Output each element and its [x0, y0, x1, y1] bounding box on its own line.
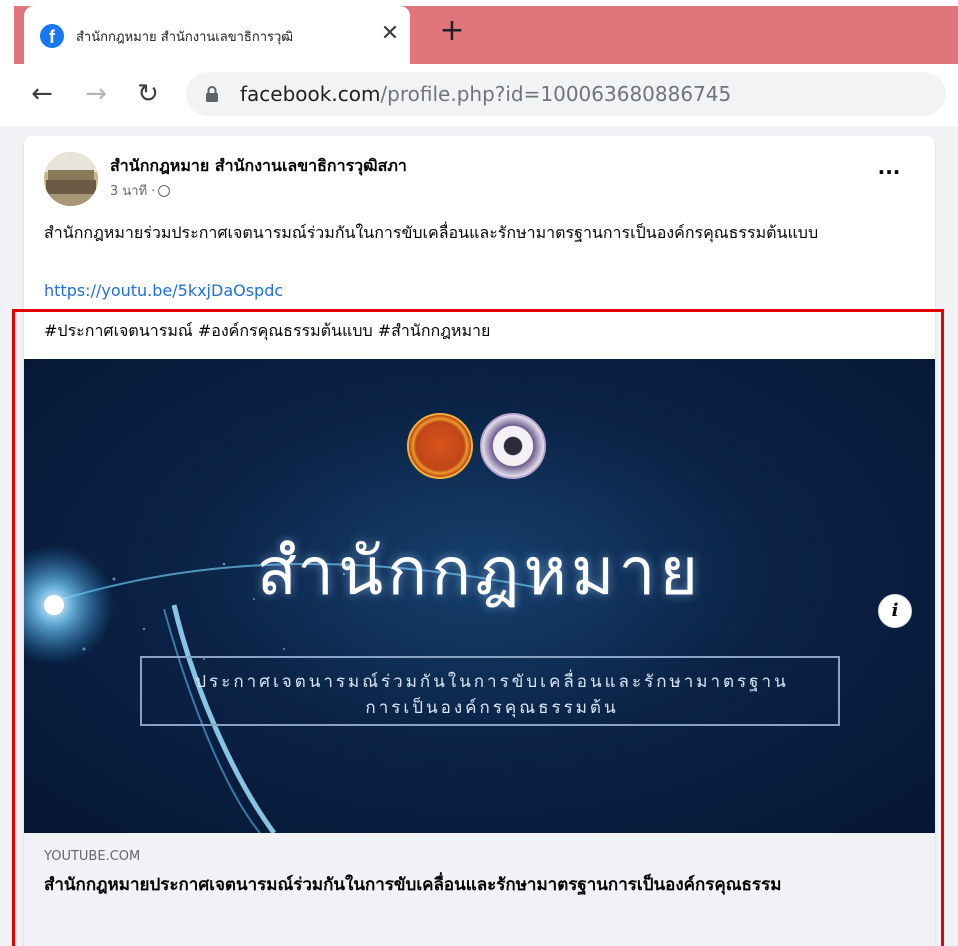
avatar[interactable]	[44, 152, 98, 206]
back-button[interactable]: ←	[24, 76, 60, 112]
globe-icon	[158, 185, 171, 197]
browser-tab-bar: f สำนักกฎหมาย สำนักงานเลขาธิการวุฒิ ✕ +	[0, 0, 958, 64]
more-options-button[interactable]: ···	[874, 162, 904, 182]
forward-button[interactable]: →	[78, 76, 114, 112]
preview-caption-line: ประกาศเจตนารมณ์ร่วมกันในการขับเคลื่อนและ…	[195, 672, 789, 692]
link-preview-footer[interactable]: YOUTUBE.COM สำนักกฎหมายประกาศเจตนารมณ์ร่…	[24, 833, 935, 946]
post-link[interactable]: https://youtu.be/5kxjDaOspdc	[44, 281, 283, 300]
browser-toolbar: ← → ↻ facebook.com/profile.php?id=100063…	[0, 64, 958, 126]
hashtag[interactable]: #สำนักกฎหมาย	[378, 321, 491, 340]
new-tab-button[interactable]: +	[436, 16, 468, 48]
video-preview-image[interactable]: สำนักกฎหมาย ประกาศเจตนารมณ์ร่วมกันในการข…	[24, 359, 935, 833]
post-meta: 3 นาที ·	[110, 180, 171, 201]
preview-title: สำนักกฎหมาย	[256, 533, 703, 610]
url-domain: facebook.com	[240, 82, 381, 106]
hashtag[interactable]: #ประกาศเจตนารมณ์	[44, 321, 193, 340]
reload-button[interactable]: ↻	[130, 76, 166, 112]
link-title: สำนักกฎหมายประกาศเจตนารมณ์ร่วมกันในการขั…	[44, 875, 782, 895]
post-author[interactable]: สำนักกฎหมาย สำนักงานเลขาธิการวุฒิสภา	[110, 154, 407, 179]
legal-office-emblem-icon	[480, 413, 546, 479]
post-time[interactable]: 3 นาที ·	[110, 184, 155, 199]
close-tab-button[interactable]: ✕	[376, 20, 404, 48]
link-domain: YOUTUBE.COM	[44, 849, 141, 864]
url-text: facebook.com/profile.php?id=100063680886…	[240, 82, 731, 106]
hashtag[interactable]: #องค์กรคุณธรรมต้นแบบ	[198, 321, 373, 340]
facebook-icon: f	[40, 24, 64, 48]
avatar-image	[44, 152, 98, 206]
tab-title: สำนักกฎหมาย สำนักงานเลขาธิการวุฒิ	[76, 30, 294, 45]
lock-icon	[206, 86, 218, 102]
hashtags: #ประกาศเจตนารมณ์ #องค์กรคุณธรรมต้นแบบ #ส…	[44, 319, 490, 344]
post-card: สำนักกฎหมาย สำนักงานเลขาธิการวุฒิสภา 3 น…	[24, 136, 935, 946]
preview-caption-line: การเป็นองค์กรคุณธรรมต้น	[365, 698, 619, 718]
address-bar[interactable]: facebook.com/profile.php?id=100063680886…	[186, 72, 946, 116]
url-path: /profile.php?id=100063680886745	[380, 82, 732, 106]
info-icon[interactable]: i	[878, 594, 912, 628]
senate-seal-icon	[407, 413, 473, 479]
preview-caption-box: ประกาศเจตนารมณ์ร่วมกันในการขับเคลื่อนและ…	[140, 656, 840, 726]
tab-facebook[interactable]: f สำนักกฎหมาย สำนักงานเลขาธิการวุฒิ ✕	[24, 6, 410, 64]
post-text: สำนักกฎหมายร่วมประกาศเจตนารมณ์ร่วมกันในก…	[44, 223, 819, 242]
